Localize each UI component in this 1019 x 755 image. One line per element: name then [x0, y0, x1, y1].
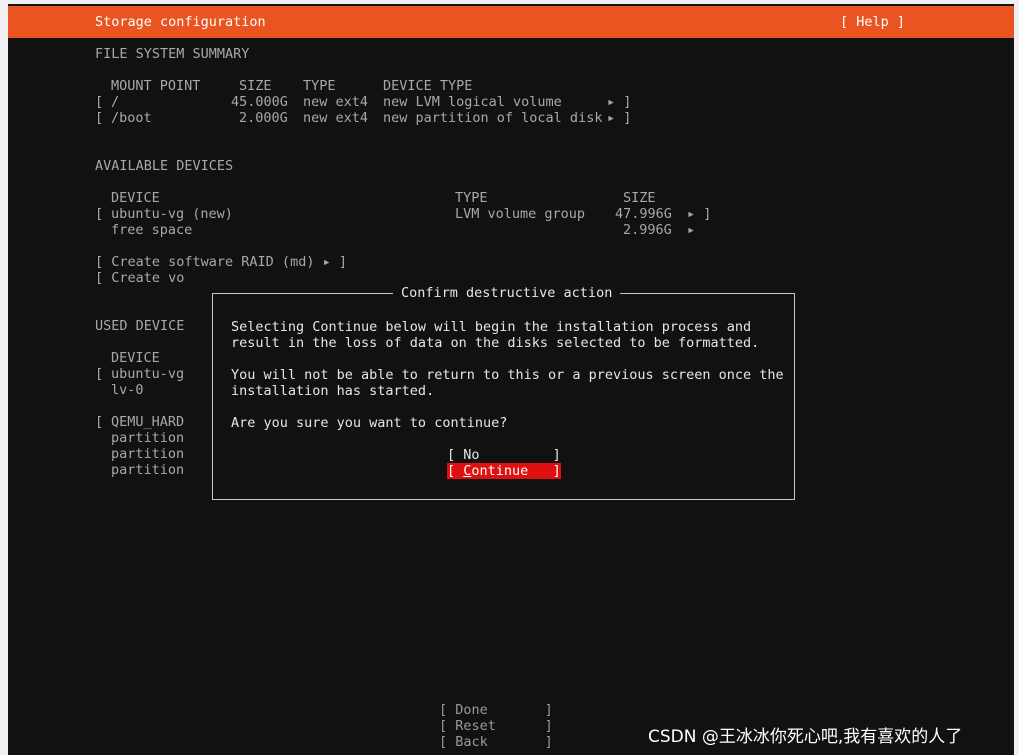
no-button[interactable]: [ No ]	[447, 447, 561, 463]
row-bracket: [	[95, 206, 104, 222]
reset-button[interactable]: [ Reset ]	[439, 718, 553, 734]
row-bracket: [	[95, 414, 104, 430]
row-arrow-icon: ▸ ]	[607, 94, 632, 110]
col-device: DEVICE	[111, 350, 160, 366]
col-device: DEVICE	[111, 190, 160, 206]
done-button[interactable]: [ Done ]	[439, 702, 553, 718]
used-row-qemu-disk[interactable]: QEMU_HARD	[111, 414, 184, 430]
row-arrow-icon: ▸	[687, 222, 696, 238]
mount-point: /boot	[111, 110, 152, 126]
create-volume-group-button[interactable]: [ Create vo	[95, 270, 184, 286]
device-type: LVM volume group	[455, 206, 586, 222]
confirm-dialog: Confirm destructive action Selecting Con…	[212, 285, 795, 500]
used-row-partition[interactable]: partition	[111, 446, 184, 462]
device-type: new partition of local disk	[383, 110, 603, 126]
device-size: 47.996G	[615, 206, 672, 222]
col-device-type: DEVICE TYPE	[383, 78, 473, 94]
used-row-partition[interactable]: partition	[111, 462, 184, 478]
available-heading: AVAILABLE DEVICES	[95, 158, 234, 174]
back-button[interactable]: [ Back ]	[439, 734, 553, 750]
used-row-lv0[interactable]: lv-0	[111, 382, 144, 398]
page-title: Storage configuration	[95, 14, 266, 30]
fs-type: new ext4	[303, 110, 369, 126]
dialog-title: Confirm destructive action	[393, 285, 621, 301]
col-type: TYPE	[303, 78, 336, 94]
row-bracket: [	[95, 110, 104, 126]
col-type: TYPE	[455, 190, 488, 206]
used-row-ubuntu-vg[interactable]: ubuntu-vg	[111, 366, 184, 382]
row-bracket: [	[95, 366, 104, 382]
dialog-text: result in the loss of data on the disks …	[231, 335, 760, 351]
size: 45.000G	[231, 94, 288, 110]
continue-rest: ontinue ]	[471, 463, 561, 479]
size: 2.000G	[239, 110, 288, 126]
row-arrow-icon: ▸ ]	[687, 206, 712, 222]
mount-point: /	[111, 94, 120, 110]
device-size: 2.996G	[623, 222, 672, 238]
fs-summary-heading: FILE SYSTEM SUMMARY	[95, 46, 250, 62]
continue-open: [	[447, 463, 464, 479]
used-heading: USED DEVICE	[95, 318, 185, 334]
used-row-partition[interactable]: partition	[111, 430, 184, 446]
row-bracket: [	[95, 94, 104, 110]
dialog-text: Selecting Continue below will begin the …	[231, 319, 752, 335]
create-raid-button[interactable]: [ Create software RAID (md) ▸ ]	[95, 254, 347, 270]
fs-type: new ext4	[303, 94, 369, 110]
csdn-watermark: CSDN @王冰冰你死心吧,我有喜欢的人了	[648, 727, 963, 747]
device-name: ubuntu-vg (new)	[111, 206, 233, 222]
installer-terminal: Storage configuration [ Help ] FILE SYST…	[8, 4, 1014, 755]
device-name: free space	[111, 222, 193, 238]
help-button[interactable]: [ Help ]	[840, 14, 905, 30]
row-arrow-icon: ▸ ]	[607, 110, 632, 126]
col-mount-point: MOUNT POINT	[111, 78, 201, 94]
continue-button[interactable]: [ Continue ]	[447, 463, 561, 479]
device-type: new LVM logical volume	[383, 94, 562, 110]
dialog-text: installation has started.	[231, 383, 435, 399]
header-bar: Storage configuration [ Help ]	[8, 6, 1014, 38]
dialog-question: Are you sure you want to continue?	[231, 415, 508, 431]
col-size: SIZE	[623, 190, 656, 206]
dialog-text: You will not be able to return to this o…	[231, 367, 784, 383]
col-size: SIZE	[239, 78, 272, 94]
